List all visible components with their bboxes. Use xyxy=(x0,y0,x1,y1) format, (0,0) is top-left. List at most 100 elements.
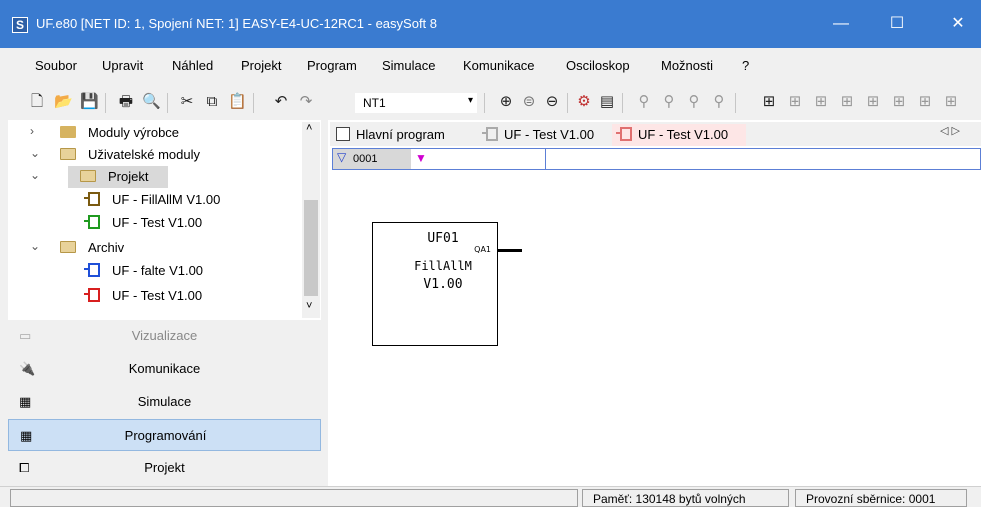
function-block-type: FillAllM xyxy=(414,259,472,273)
chevron-down-icon[interactable]: ⌄ xyxy=(30,168,40,182)
menu-simulace[interactable]: Simulace xyxy=(382,58,435,73)
user-function-icon xyxy=(482,127,498,141)
cross-reference-icon[interactable]: ⚙ xyxy=(575,93,593,111)
nav-item-label: Komunikace xyxy=(128,361,201,376)
tab-scroll-arrows[interactable]: ◁ ▷ xyxy=(940,124,960,137)
nav-simulace[interactable]: ▦ Simulace xyxy=(8,386,321,418)
rung-icon[interactable]: ⊞ xyxy=(942,93,960,111)
copy-icon[interactable]: ⧉ xyxy=(203,93,221,111)
nav-komunikace[interactable]: 🔌 Komunikace xyxy=(8,353,321,385)
menu-upravit[interactable]: Upravit xyxy=(102,58,143,73)
chevron-down-icon[interactable]: ▾ xyxy=(468,95,473,106)
folder-open-icon xyxy=(60,148,76,160)
tab-label: UF - Test V1.00 xyxy=(638,127,729,142)
rung-icon[interactable]: ⊞ xyxy=(812,93,830,111)
scroll-down-icon[interactable]: ˅ xyxy=(306,300,312,312)
contact-icon[interactable]: ⚲ xyxy=(660,93,678,111)
function-block[interactable]: UF01 QA1 FillAllM V1.00 xyxy=(372,222,498,346)
tree-item-uf-test[interactable]: UF - Test V1.00 xyxy=(8,212,303,234)
chevron-right-icon[interactable]: › xyxy=(30,124,34,138)
zoom-in-icon[interactable]: ⊕ xyxy=(497,93,515,111)
minimize-button[interactable]: — xyxy=(818,0,864,48)
menu-nahled[interactable]: Náhled xyxy=(172,58,213,73)
chevron-down-icon[interactable]: ⌄ xyxy=(30,239,40,253)
project-tree: › Moduly výrobce ⌄ Uživatelské moduly Pr… xyxy=(8,120,321,320)
nav-projekt[interactable]: ⧠ Projekt xyxy=(8,452,321,484)
contact-icon[interactable]: ⚲ xyxy=(710,93,728,111)
nav-programovani[interactable]: ▦ Programování xyxy=(8,419,321,451)
nav-item-label: Programování xyxy=(124,428,207,443)
maximize-button[interactable]: ☐ xyxy=(874,0,920,48)
tree-item-moduly-vyrobce[interactable]: › Moduly výrobce xyxy=(8,122,303,144)
rung-number: 0001 xyxy=(353,153,378,165)
rung-icon[interactable]: ⊞ xyxy=(760,93,778,111)
tree-item-uf-falte[interactable]: UF - falte V1.00 xyxy=(8,260,303,282)
rung-header[interactable]: ▽ 0001 ▼ xyxy=(332,148,981,170)
menu-help[interactable]: ? xyxy=(742,58,749,73)
menu-projekt[interactable]: Projekt xyxy=(241,58,281,73)
close-button[interactable]: ✕ xyxy=(935,0,981,48)
new-file-icon[interactable]: 🗋 xyxy=(28,93,46,111)
redo-icon[interactable]: ↷ xyxy=(297,93,315,111)
menu-osciloskop[interactable]: Osciloskop xyxy=(566,58,630,73)
rung-icon[interactable]: ⊞ xyxy=(786,93,804,111)
rung-number-cell: ▽ 0001 xyxy=(333,149,411,169)
tab-label: Hlavní program xyxy=(356,127,445,142)
toolbar-separator xyxy=(253,93,254,113)
toolbar-separator xyxy=(484,93,485,113)
memory-text: Paměť: 130148 bytů volných xyxy=(593,492,746,506)
tree-item-projekt[interactable]: Projekt xyxy=(68,166,168,188)
rung-indicator-icon: ▽ xyxy=(337,150,347,164)
rung-icon[interactable]: ⊞ xyxy=(890,93,908,111)
tree-item-uf-fillallm[interactable]: UF - FillAllM V1.00 xyxy=(8,189,303,211)
nav-item-label: Vizualizace xyxy=(131,328,198,343)
bus-text: Provozní sběrnice: 0001 xyxy=(806,492,936,506)
tab-uf-test[interactable]: UF - Test V1.00 xyxy=(478,124,608,146)
save-icon[interactable]: 💾 xyxy=(80,93,99,111)
zoom-reset-icon[interactable]: ⊜ xyxy=(520,93,538,111)
contact-icon[interactable]: ⚲ xyxy=(635,93,653,111)
tab-label: UF - Test V1.00 xyxy=(504,127,595,142)
chevron-down-icon[interactable]: ⌄ xyxy=(30,146,40,160)
tab-hlavni-program[interactable]: Hlavní program xyxy=(330,124,468,146)
function-block-name: UF01 xyxy=(427,231,459,246)
menu-moznosti[interactable]: Možnosti xyxy=(661,58,713,73)
cut-icon[interactable]: ✂ xyxy=(178,93,196,111)
rung-icon[interactable]: ⊞ xyxy=(838,93,856,111)
folder-icon xyxy=(60,126,76,138)
contact-icon[interactable]: ⚲ xyxy=(685,93,703,111)
open-folder-icon[interactable]: 📂 xyxy=(54,93,73,111)
list-icon[interactable]: ▤ xyxy=(598,93,616,111)
tree-item-label: UF - Test V1.00 xyxy=(112,215,203,230)
folder-open-icon xyxy=(60,241,76,253)
output-wire[interactable] xyxy=(498,249,522,252)
user-function-icon xyxy=(84,192,100,206)
view-navigation: ▭ Vizualizace 🔌 Komunikace ▦ Simulace ▦ … xyxy=(8,320,321,486)
app-icon[interactable]: S xyxy=(12,17,28,33)
net-select[interactable]: NT1 ▾ xyxy=(355,93,477,113)
print-preview-icon[interactable]: 🔍 xyxy=(142,93,161,111)
print-icon[interactable]: 🖶 xyxy=(117,93,135,111)
undo-icon[interactable]: ↶ xyxy=(272,93,290,111)
rung-icon[interactable]: ⊞ xyxy=(916,93,934,111)
nav-vizualizace[interactable]: ▭ Vizualizace xyxy=(8,320,321,352)
status-bus: Provozní sběrnice: 0001 xyxy=(795,489,967,507)
title-bar: S UF.e80 [NET ID: 1, Spojení NET: 1] EAS… xyxy=(0,0,981,48)
program-icon xyxy=(336,127,350,141)
tree-item-uzivatelske-moduly[interactable]: ⌄ Uživatelské moduly xyxy=(8,144,303,166)
tab-uf-test-active[interactable]: UF - Test V1.00 xyxy=(612,124,746,146)
paste-icon[interactable]: 📋 xyxy=(228,93,247,111)
nav-item-label: Projekt xyxy=(144,460,185,475)
tree-scroll-thumb[interactable] xyxy=(304,200,318,296)
zoom-out-icon[interactable]: ⊖ xyxy=(543,93,561,111)
tree-item-label: UF - falte V1.00 xyxy=(112,263,204,278)
scroll-up-icon[interactable]: ˄ xyxy=(306,122,312,134)
menu-program[interactable]: Program xyxy=(307,58,357,73)
tree-item-archiv[interactable]: ⌄ Archiv xyxy=(8,237,303,259)
folder-open-icon xyxy=(80,170,96,182)
status-message xyxy=(10,489,578,507)
menu-soubor[interactable]: Soubor xyxy=(35,58,77,73)
tree-item-uf-test-archive[interactable]: UF - Test V1.00 xyxy=(8,285,303,307)
rung-icon[interactable]: ⊞ xyxy=(864,93,882,111)
menu-komunikace[interactable]: Komunikace xyxy=(463,58,535,73)
